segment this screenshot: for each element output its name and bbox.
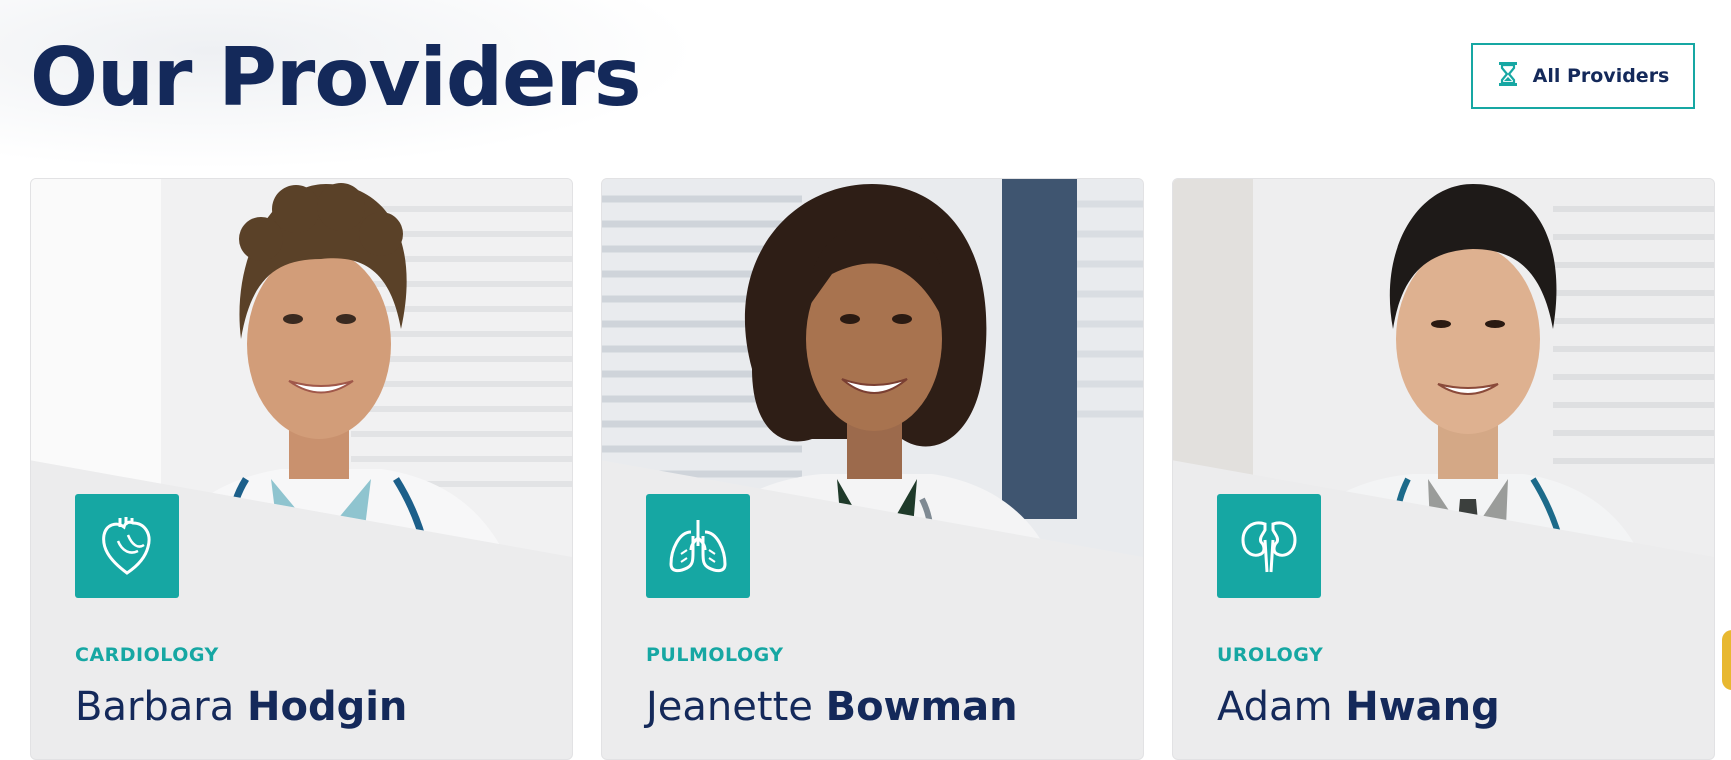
provider-specialty: PULMOLOGY <box>646 644 784 666</box>
provider-last-name: Hodgin <box>246 684 408 730</box>
all-providers-label: All Providers <box>1532 65 1670 87</box>
page-title: Our Providers <box>30 31 641 124</box>
hourglass-icon <box>1497 61 1519 92</box>
chat-widget-edge[interactable] <box>1722 630 1731 690</box>
provider-last-name: Hwang <box>1345 684 1500 730</box>
provider-card-hodgin[interactable]: CARDIOLOGY Barbara Hodgin <box>30 178 573 760</box>
provider-name[interactable]: Adam Hwang <box>1217 684 1500 730</box>
provider-last-name: Bowman <box>825 684 1018 730</box>
heart-icon <box>75 494 179 598</box>
all-providers-button[interactable]: All Providers <box>1471 43 1695 109</box>
provider-first-name: Jeanette <box>646 684 813 730</box>
provider-card-bowman[interactable]: PULMOLOGY Jeanette Bowman <box>601 178 1144 760</box>
kidneys-icon <box>1217 494 1321 598</box>
provider-specialty: UROLOGY <box>1217 644 1324 666</box>
lungs-icon <box>646 494 750 598</box>
provider-name[interactable]: Jeanette Bowman <box>646 684 1018 730</box>
provider-specialty: CARDIOLOGY <box>75 644 219 666</box>
provider-card-hwang[interactable]: UROLOGY Adam Hwang <box>1172 178 1715 760</box>
provider-first-name: Adam <box>1217 684 1333 730</box>
provider-name[interactable]: Barbara Hodgin <box>75 684 407 730</box>
provider-first-name: Barbara <box>75 684 235 730</box>
